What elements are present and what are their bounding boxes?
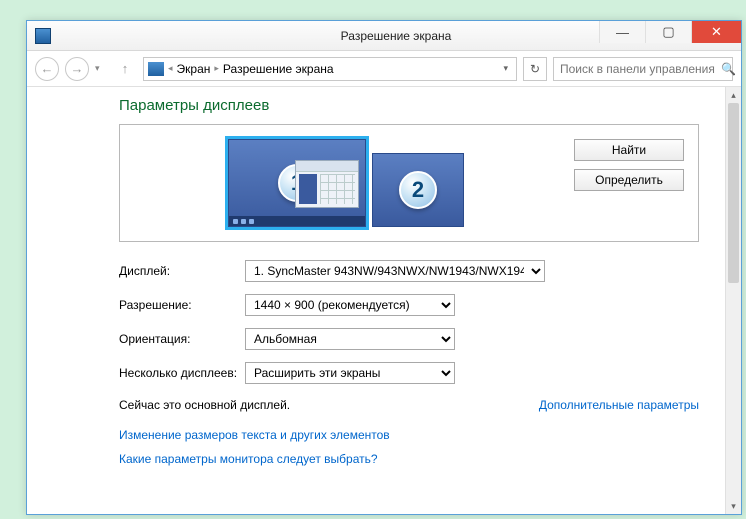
history-dropdown-icon[interactable]: ▾ <box>95 63 107 74</box>
scroll-up-icon[interactable]: ▴ <box>726 87 741 103</box>
up-button[interactable]: ↑ <box>113 57 137 81</box>
resolution-row: Разрешение: 1440 × 900 (рекомендуется) <box>119 294 699 316</box>
scroll-down-icon[interactable]: ▾ <box>726 498 741 514</box>
vertical-scrollbar[interactable]: ▴ ▾ <box>725 87 741 514</box>
primary-display-text: Сейчас это основной дисплей. <box>119 398 290 412</box>
breadcrumb[interactable]: ◂ Экран ▸ Разрешение экрана ▾ <box>143 57 517 81</box>
info-row: Сейчас это основной дисплей. Дополнитель… <box>119 398 699 412</box>
chevron-right-icon: ▸ <box>214 63 219 74</box>
refresh-button[interactable]: ↻ <box>523 57 547 81</box>
breadcrumb-dropdown-icon[interactable]: ▾ <box>499 63 512 74</box>
close-button[interactable]: ✕ <box>691 21 741 43</box>
search-input[interactable] <box>560 62 715 76</box>
multiple-displays-select[interactable]: Расширить эти экраны <box>245 362 455 384</box>
address-bar: ← → ▾ ↑ ◂ Экран ▸ Разрешение экрана ▾ ↻ … <box>27 51 741 87</box>
window-controls: — ▢ ✕ <box>599 21 741 43</box>
monitor-arrangement[interactable]: 1 2 <box>134 139 558 227</box>
which-settings-link[interactable]: Какие параметры монитора следует выбрать… <box>119 452 378 466</box>
multiple-displays-label: Несколько дисплеев: <box>119 366 245 380</box>
content: Параметры дисплеев 1 2 <box>27 87 725 514</box>
titlebar: Разрешение экрана — ▢ ✕ <box>27 21 741 51</box>
minimize-button[interactable]: — <box>599 21 645 43</box>
advanced-settings-link[interactable]: Дополнительные параметры <box>539 398 699 412</box>
display-select[interactable]: 1. SyncMaster 943NW/943NWX/NW1943/NWX194… <box>245 260 545 282</box>
chevron-icon: ◂ <box>168 63 173 74</box>
breadcrumb-screen[interactable]: Экран <box>177 62 211 76</box>
monitor-1[interactable]: 1 <box>228 139 366 227</box>
text-size-link[interactable]: Изменение размеров текста и других элеме… <box>119 428 390 442</box>
taskbar-thumb <box>229 216 365 226</box>
window-thumb <box>295 160 359 208</box>
multiple-displays-row: Несколько дисплеев: Расширить эти экраны <box>119 362 699 384</box>
maximize-button[interactable]: ▢ <box>645 21 691 43</box>
display-label: Дисплей: <box>119 264 245 278</box>
resolution-select[interactable]: 1440 × 900 (рекомендуется) <box>245 294 455 316</box>
search-icon[interactable]: 🔍 <box>721 62 736 76</box>
search-box[interactable]: 🔍 <box>553 57 733 81</box>
orientation-row: Ориентация: Альбомная <box>119 328 699 350</box>
monitor-2-badge: 2 <box>399 171 437 209</box>
forward-button[interactable]: → <box>65 57 89 81</box>
preview-buttons: Найти Определить <box>574 139 684 191</box>
app-icon <box>35 28 51 44</box>
display-row: Дисплей: 1. SyncMaster 943NW/943NWX/NW19… <box>119 260 699 282</box>
display-preview-box: 1 2 Найти Определить <box>119 124 699 242</box>
back-button[interactable]: ← <box>35 57 59 81</box>
orientation-label: Ориентация: <box>119 332 245 346</box>
monitor-2[interactable]: 2 <box>372 153 464 227</box>
scroll-thumb[interactable] <box>728 103 739 283</box>
content-wrap: Параметры дисплеев 1 2 <box>27 87 741 514</box>
identify-button[interactable]: Определить <box>574 169 684 191</box>
find-button[interactable]: Найти <box>574 139 684 161</box>
orientation-select[interactable]: Альбомная <box>245 328 455 350</box>
window: Разрешение экрана — ▢ ✕ ← → ▾ ↑ ◂ Экран … <box>26 20 742 515</box>
page-title: Параметры дисплеев <box>119 97 699 114</box>
breadcrumb-resolution[interactable]: Разрешение экрана <box>223 62 334 76</box>
monitor-icon <box>148 62 164 76</box>
resolution-label: Разрешение: <box>119 298 245 312</box>
